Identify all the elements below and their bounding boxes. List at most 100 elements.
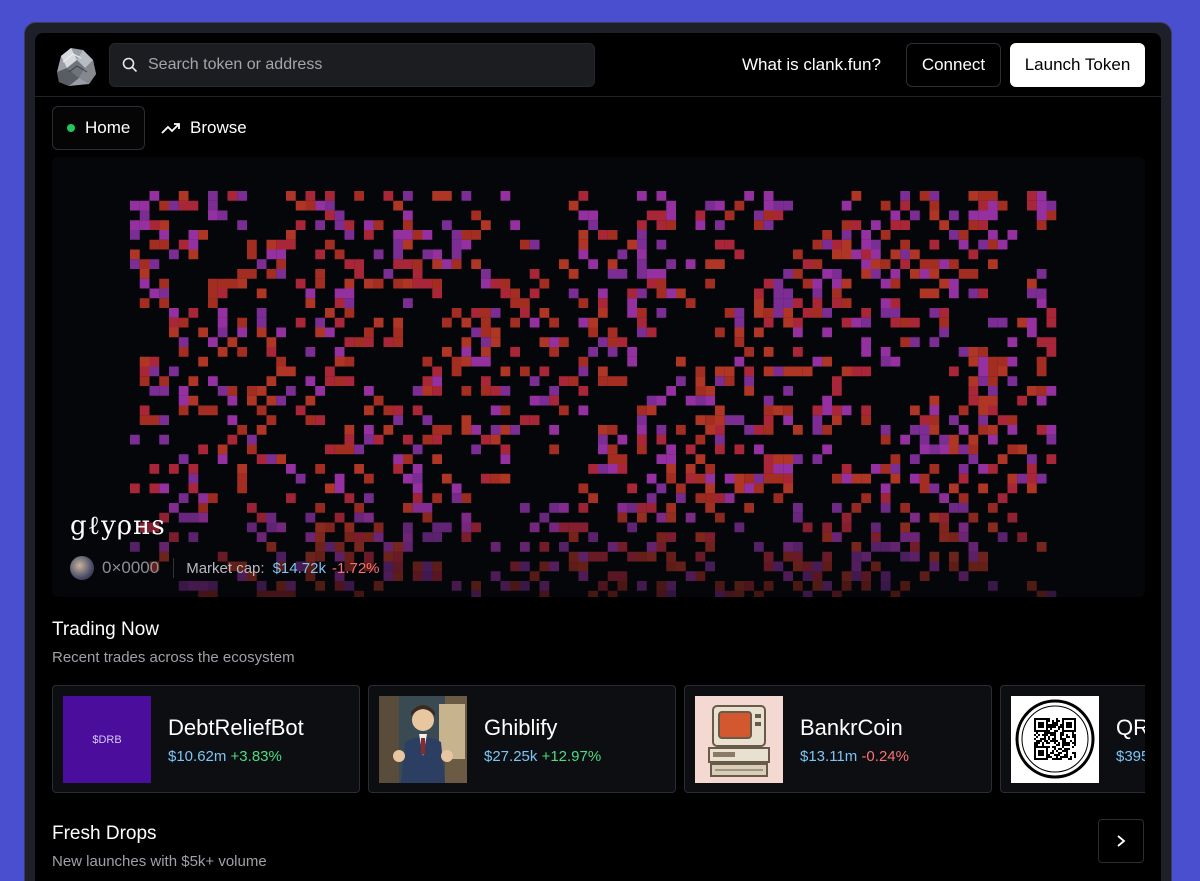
nav-browse[interactable]: Browse — [161, 106, 247, 150]
glyph-pixel — [169, 200, 179, 211]
glyph-pixel — [334, 444, 345, 455]
glyph-pixel — [451, 483, 462, 494]
glyph-pixel — [744, 366, 754, 377]
glyph-pixel — [1036, 542, 1047, 552]
glyph-pixel — [461, 337, 472, 347]
qr-module — [1042, 754, 1044, 756]
glyph-pixel — [588, 347, 598, 357]
glyph-pixel — [364, 493, 374, 503]
glyph-pixel — [851, 249, 862, 260]
glyph-pixel — [851, 317, 862, 328]
qr-module — [1066, 748, 1068, 750]
glyph-pixel — [208, 405, 218, 416]
glyph-pixel — [393, 259, 403, 269]
glyph-pixel — [841, 220, 852, 230]
glyph-pixel — [705, 542, 715, 552]
glyph-pixel — [832, 405, 842, 416]
trading-now-carousel[interactable]: $DRB DebtReliefBot $10.62m +3.83% Ghibli… — [52, 685, 1145, 793]
glyph-pixel — [364, 405, 374, 416]
glyph-pixel — [256, 425, 267, 435]
glyph-pixel — [393, 405, 403, 416]
glyph-pixel — [724, 376, 735, 386]
qr-module — [1034, 744, 1036, 746]
qr-module — [1062, 726, 1064, 728]
search-bar[interactable] — [109, 43, 595, 87]
trade-card-bankrcoin[interactable]: BankrCoin $13.11m -0.24% — [684, 685, 992, 793]
glyph-pixel — [695, 395, 706, 406]
glyph-pixel — [988, 395, 998, 406]
glyph-pixel — [783, 571, 793, 581]
trade-card-debtreliefbot[interactable]: $DRB DebtReliefBot $10.62m +3.83% — [52, 685, 360, 793]
clank-logo-icon[interactable] — [51, 42, 99, 88]
token-stats: $395 — [1116, 748, 1145, 765]
creator-address[interactable]: 0×0000 — [102, 558, 159, 578]
glyph-pixel — [939, 259, 949, 269]
glyph-pixel — [783, 542, 793, 552]
token-price: $13.11m — [800, 748, 858, 765]
glyph-pixel — [627, 483, 637, 494]
about-link[interactable]: What is clank.fun? — [742, 55, 881, 75]
glyph-pixel — [763, 317, 774, 328]
glyph-pixel — [968, 269, 979, 279]
glyph-pixel — [1046, 200, 1057, 211]
glyph-pixel — [705, 503, 715, 513]
glyph-pixel — [490, 473, 501, 484]
qr-module — [1044, 738, 1046, 740]
glyph-pixel — [247, 386, 257, 396]
glyph-pixel — [539, 395, 550, 406]
nav-home[interactable]: Home — [52, 106, 145, 150]
glyph-pixel — [861, 405, 871, 416]
glyph-pixel — [676, 483, 686, 494]
glyph-pixel — [822, 356, 832, 367]
glyph-pixel — [490, 405, 501, 416]
qr-module — [1058, 754, 1060, 756]
connect-button[interactable]: Connect — [906, 43, 1001, 87]
launch-token-button[interactable]: Launch Token — [1010, 43, 1145, 87]
glyph-pixel — [334, 356, 345, 367]
qr-module — [1034, 722, 1036, 724]
glyph-pixel — [822, 425, 832, 435]
glyph-pixel — [432, 561, 442, 572]
qr-module — [1038, 722, 1040, 724]
qr-module — [1054, 758, 1056, 760]
qr-module — [1054, 740, 1056, 742]
glyph-pixel — [315, 200, 325, 211]
glyph-pixel — [637, 415, 647, 425]
token-thumbnail: $DRB — [63, 696, 151, 783]
glyph-pixel — [939, 493, 949, 503]
featured-token-banner[interactable]: gℓyρнs 0×0000 Market cap: $14.72k -1.72% — [52, 157, 1145, 597]
qr-module — [1074, 724, 1076, 726]
glyph-pixel — [744, 376, 754, 386]
trade-card-qr[interactable]: QR $395 — [1000, 685, 1145, 793]
glyph-pixel — [822, 561, 832, 572]
glyph-pixel — [958, 522, 969, 533]
glyph-pixel — [705, 259, 715, 269]
glyph-pixel — [890, 220, 901, 230]
glyph-pixel — [666, 590, 676, 597]
glyph-pixel — [217, 386, 228, 396]
search-icon — [122, 57, 138, 73]
glyph-pixel — [861, 269, 871, 279]
glyph-pixel — [871, 464, 881, 474]
glyph-pixel — [247, 503, 257, 513]
glyph-pixel — [637, 405, 647, 416]
glyph-pixel — [403, 503, 413, 513]
glyph-pixel — [364, 386, 374, 396]
glyph-pixel — [393, 337, 403, 347]
fresh-drops-next-button[interactable] — [1098, 819, 1144, 863]
glyph-pixel — [988, 200, 998, 211]
qr-module — [1066, 726, 1068, 728]
qr-module — [1074, 754, 1076, 756]
search-input[interactable] — [148, 44, 578, 86]
qr-module — [1066, 718, 1068, 720]
glyph-pixel — [364, 230, 374, 240]
trade-card-ghiblify[interactable]: Ghiblify $27.25k +12.97% — [368, 685, 676, 793]
glyph-pixel — [354, 444, 364, 455]
qr-module — [1064, 754, 1066, 756]
qr-module — [1046, 758, 1048, 760]
glyph-pixel — [266, 395, 277, 406]
glyph-pixel — [812, 405, 823, 416]
glyph-pixel — [724, 308, 735, 318]
glyph-pixel — [598, 464, 608, 474]
glyph-pixel — [988, 317, 998, 328]
